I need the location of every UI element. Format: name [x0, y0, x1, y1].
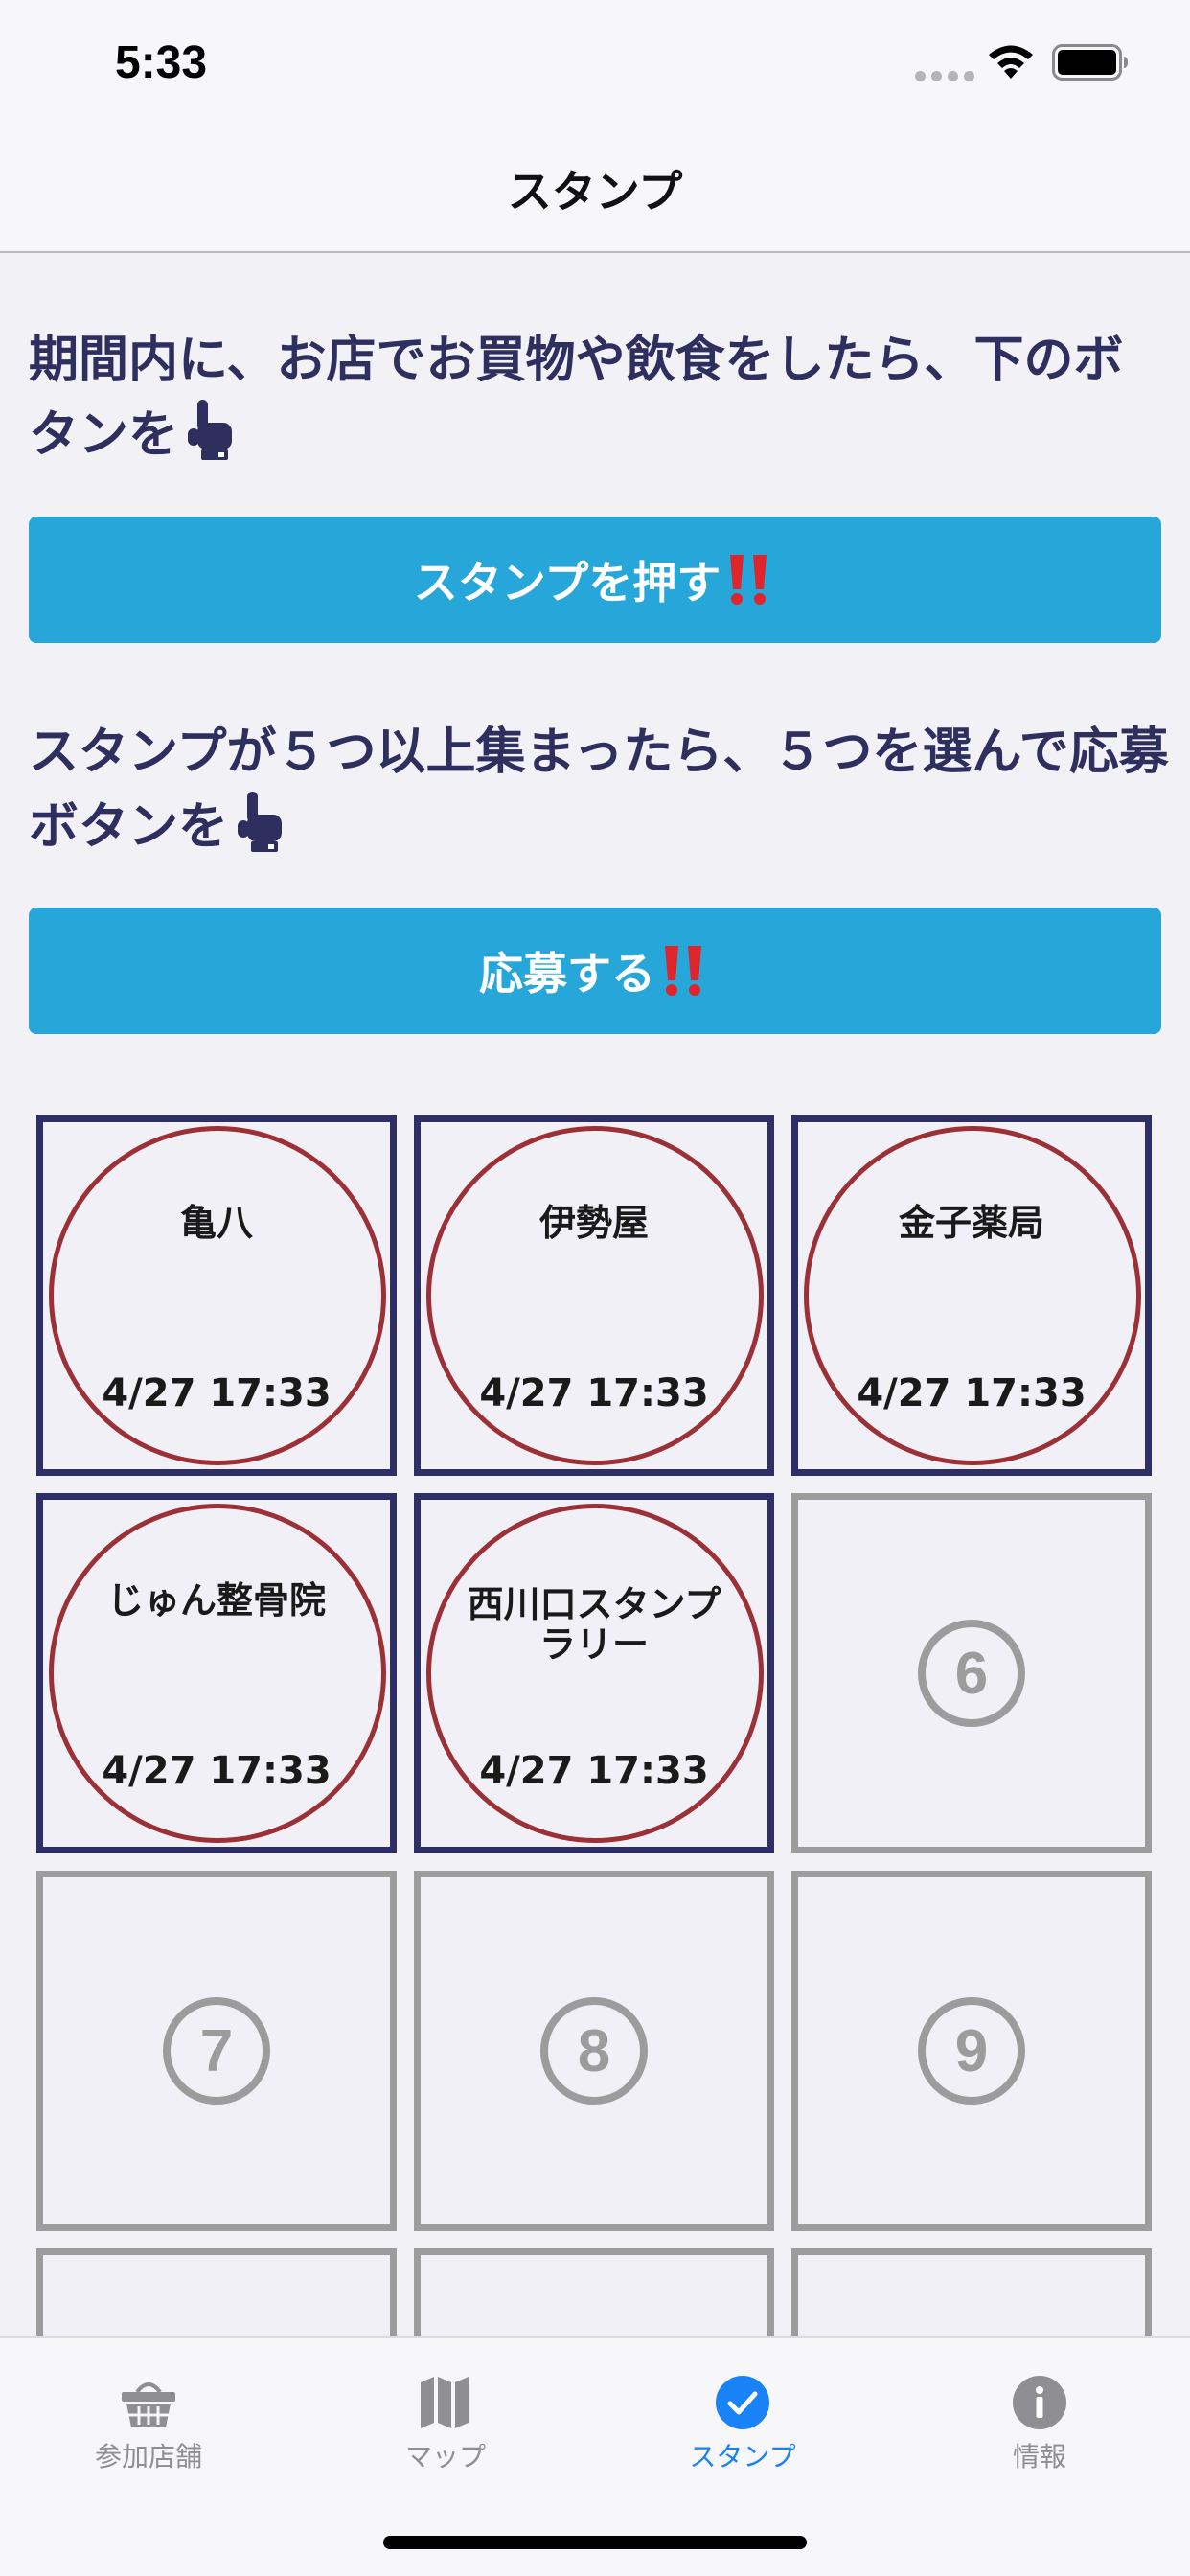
- slot-number: 9: [918, 1997, 1025, 2104]
- slot-number: 8: [540, 1997, 648, 2104]
- pointing-hand-icon: [188, 400, 233, 460]
- basket-icon: [122, 2382, 175, 2427]
- apply-instruction-text: スタンプが５つ以上集まったら、５つを選んで応募ボタンを: [29, 724, 1169, 856]
- stamp-shop-name: 西川口スタンプラリー: [467, 1583, 721, 1666]
- checkmark-circle-icon: [716, 2376, 769, 2429]
- stamp-shop-name: 亀八: [179, 1202, 253, 1244]
- status-time: 5:33: [115, 37, 208, 88]
- push-stamp-label: スタンプを押す: [413, 557, 721, 609]
- stamp-card[interactable]: 金子薬局 4/27 17:33: [791, 1116, 1152, 1476]
- tab-label: スタンプ: [689, 2441, 796, 2472]
- pointing-hand-icon: [238, 792, 283, 852]
- home-indicator: [383, 2536, 807, 2549]
- stamp-shop-name: 伊勢屋: [538, 1202, 649, 1244]
- stamp-shop-name: 金子薬局: [898, 1202, 1044, 1244]
- slot-number: 7: [163, 1997, 270, 2104]
- stamp-card[interactable]: じゅん整骨院 4/27 17:33: [36, 1493, 397, 1853]
- info-icon: [1013, 2376, 1066, 2429]
- stamp-date: 4/27 17:33: [479, 1371, 709, 1415]
- double-exclamation-icon: [665, 946, 701, 996]
- tab-shops[interactable]: 参加店舗: [0, 2375, 297, 2480]
- stamp-date: 4/27 17:33: [857, 1371, 1087, 1415]
- apply-label: 応募する: [479, 948, 655, 1000]
- tab-map[interactable]: マップ: [297, 2375, 594, 2480]
- stamp-card[interactable]: 西川口スタンプラリー 4/27 17:33: [414, 1493, 774, 1853]
- stamp-shop-name: じゅん整骨院: [106, 1579, 326, 1622]
- stamp-card[interactable]: 伊勢屋 4/27 17:33: [414, 1116, 774, 1476]
- stamp-instruction: 期間内に、お店でお買物や飲食をしたら、下のボタンを: [29, 323, 1169, 472]
- page-title: スタンプ: [507, 166, 683, 218]
- tab-info[interactable]: 情報: [891, 2375, 1188, 2480]
- stamp-date: 4/27 17:33: [479, 1749, 709, 1793]
- stamp-date: 4/27 17:33: [102, 1749, 332, 1793]
- navigation-bar: スタンプ: [0, 126, 1190, 253]
- battery-icon: [1052, 44, 1128, 80]
- wifi-icon: [989, 45, 1033, 79]
- tab-label: 情報: [1012, 2441, 1066, 2472]
- empty-stamp-slot: 7: [36, 1871, 397, 2231]
- stamp-card[interactable]: 亀八 4/27 17:33: [36, 1116, 397, 1476]
- tab-stamp[interactable]: スタンプ: [594, 2375, 891, 2480]
- empty-stamp-slot: 9: [791, 1871, 1152, 2231]
- tab-label: 参加店舗: [94, 2441, 202, 2472]
- apply-button[interactable]: 応募する: [29, 908, 1161, 1034]
- tab-label: マップ: [404, 2441, 486, 2472]
- status-bar: 5:33: [0, 0, 1190, 126]
- slot-number: 6: [918, 1620, 1025, 1727]
- stamp-date: 4/27 17:33: [102, 1371, 332, 1415]
- cellular-signal-icon: [915, 71, 974, 81]
- push-stamp-button[interactable]: スタンプを押す: [29, 517, 1161, 643]
- empty-stamp-slot: 6: [791, 1493, 1152, 1853]
- map-icon: [421, 2377, 469, 2428]
- apply-instruction: スタンプが５つ以上集まったら、５つを選んで応募ボタンを: [29, 715, 1169, 864]
- double-exclamation-icon: [730, 555, 767, 605]
- empty-stamp-slot: 8: [414, 1871, 774, 2231]
